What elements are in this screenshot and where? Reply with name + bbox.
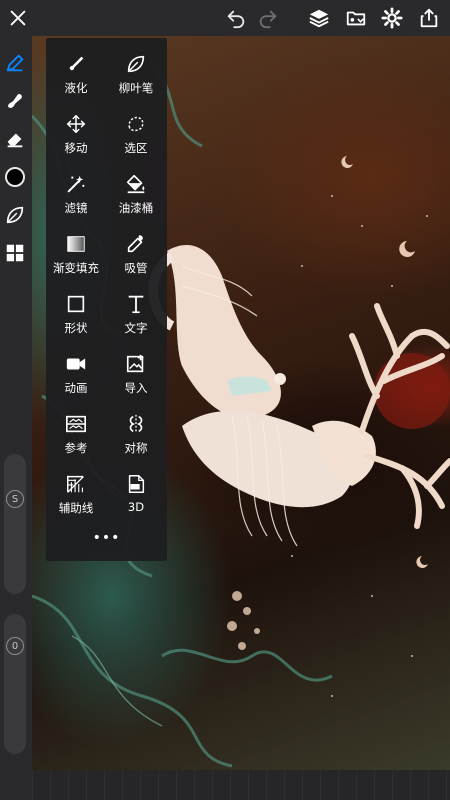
opacity-knob[interactable]: 0	[6, 637, 24, 655]
current-color	[5, 167, 25, 187]
smudge-icon[interactable]	[2, 88, 28, 114]
paint-bucket-icon	[124, 172, 148, 196]
more-tools-button[interactable]: •••	[46, 530, 167, 546]
reference-icon	[64, 412, 88, 436]
tool-label: 导入	[124, 381, 148, 395]
tool-label: 柳叶笔	[118, 81, 154, 95]
layers-icon[interactable]	[305, 4, 333, 32]
tool-animation[interactable]: 动画	[47, 344, 105, 400]
leaf-brush-icon[interactable]	[2, 202, 28, 228]
shape-icon	[64, 292, 88, 316]
gradient-fill-icon	[64, 232, 88, 256]
move-icon	[64, 112, 88, 136]
tool-willow-pen[interactable]: 柳叶笔	[107, 44, 165, 100]
tool-label: 文字	[124, 321, 148, 335]
tool-guide[interactable]: 辅助线	[47, 464, 105, 520]
selection-icon	[124, 112, 148, 136]
tool-text[interactable]: 文字	[107, 284, 165, 340]
pen-icon[interactable]	[2, 50, 28, 76]
share-icon[interactable]	[415, 4, 443, 32]
gallery-import-icon[interactable]	[342, 4, 370, 32]
tool-label: 3D	[127, 500, 145, 514]
3d-file-icon	[124, 472, 148, 496]
close-icon[interactable]	[4, 4, 32, 32]
tool-label: 形状	[64, 321, 88, 335]
tool-label: 选区	[124, 141, 148, 155]
top-toolbar	[0, 0, 450, 36]
tool-reference[interactable]: 参考	[47, 404, 105, 460]
tool-3d[interactable]: 3D	[107, 464, 165, 520]
tool-label: 对称	[124, 441, 148, 455]
symmetry-icon	[124, 412, 148, 436]
tool-move[interactable]: 移动	[47, 104, 105, 160]
tool-symmetry[interactable]: 对称	[107, 404, 165, 460]
tool-label: 动画	[64, 381, 88, 395]
animation-icon	[64, 352, 88, 376]
canvas-bottom-edge	[32, 770, 450, 800]
tool-label: 渐变填充	[53, 261, 99, 275]
gear-icon[interactable]	[378, 4, 406, 32]
guide-icon	[64, 472, 88, 496]
tool-label: 吸管	[124, 261, 148, 275]
brush-size-label: S	[11, 493, 19, 505]
tool-label: 滤镜	[64, 201, 88, 215]
tool-gradient-fill[interactable]: 渐变填充	[47, 224, 105, 280]
import-image-icon	[124, 352, 148, 376]
left-toolbar: S 0	[0, 36, 32, 800]
opacity-slider[interactable]: 0	[4, 614, 26, 754]
eraser-icon[interactable]	[2, 126, 28, 152]
tool-selection[interactable]: 选区	[107, 104, 165, 160]
tool-shape[interactable]: 形状	[47, 284, 105, 340]
tool-import[interactable]: 导入	[107, 344, 165, 400]
filter-wand-icon	[64, 172, 88, 196]
tools-panel: 液化 柳叶笔 移动 选区 滤镜 油漆桶 渐变填充 吸管 形状 文字 动画 导入 …	[46, 38, 167, 561]
tool-label: 参考	[64, 441, 88, 455]
redo-icon[interactable]	[254, 4, 282, 32]
text-icon	[124, 292, 148, 316]
opacity-label: 0	[11, 640, 19, 652]
tool-eyedropper[interactable]: 吸管	[107, 224, 165, 280]
undo-icon[interactable]	[222, 4, 250, 32]
tool-label: 液化	[64, 81, 88, 95]
tool-label: 辅助线	[58, 501, 94, 515]
liquify-icon	[64, 52, 88, 76]
brush-size-slider[interactable]: S	[4, 454, 26, 594]
tool-filter[interactable]: 滤镜	[47, 164, 105, 220]
tool-label: 移动	[64, 141, 88, 155]
tool-paint-bucket[interactable]: 油漆桶	[107, 164, 165, 220]
brush-size-knob[interactable]: S	[6, 490, 24, 508]
tool-liquify[interactable]: 液化	[47, 44, 105, 100]
color-swatch[interactable]	[2, 164, 28, 190]
grid-apps-icon[interactable]	[2, 240, 28, 266]
willow-pen-icon	[124, 52, 148, 76]
tool-label: 油漆桶	[118, 201, 154, 215]
eyedropper-icon	[124, 232, 148, 256]
